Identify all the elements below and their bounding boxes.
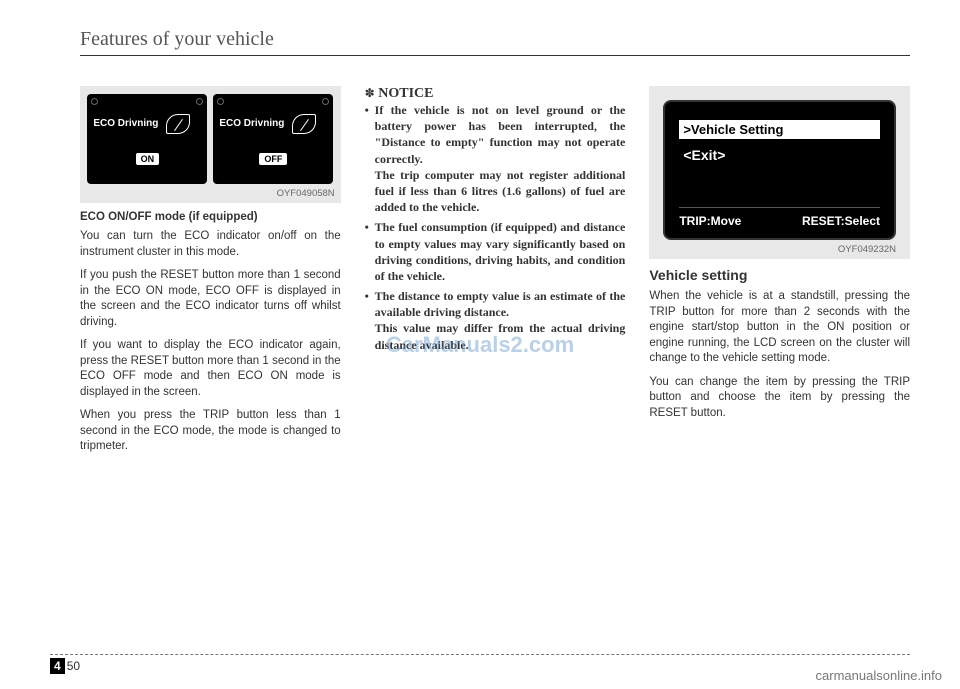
paragraph: When you press the TRIP button less than… — [80, 408, 341, 455]
trip-prompt: TRIP:Move — [679, 214, 741, 228]
page-number: 450 — [50, 659, 910, 673]
on-badge: ON — [136, 153, 160, 165]
paragraph: If you push the RESET button more than 1… — [80, 268, 341, 330]
notice-list: If the vehicle is not on level ground or… — [365, 102, 626, 353]
eco-heading: ECO ON/OFF mode (if equipped) — [80, 211, 341, 223]
notice-item: If the vehicle is not on level ground or… — [375, 102, 626, 215]
leaf-icon — [166, 114, 190, 134]
menu-exit: <Exit> — [679, 145, 880, 165]
eco-text: ECO Drivning — [219, 118, 284, 129]
section-number: 4 — [50, 658, 65, 674]
manual-page: Features of your vehicle ECO Drivning ON — [0, 0, 960, 689]
notice-item: The distance to empty value is an estima… — [375, 288, 626, 353]
eco-off-screen: ECO Drivning OFF — [213, 94, 333, 184]
off-badge: OFF — [259, 153, 287, 165]
paragraph: You can change the item by pressing the … — [649, 375, 910, 422]
eco-text: ECO Drivning — [93, 118, 158, 129]
leaf-icon — [292, 114, 316, 134]
footer-rule — [50, 654, 910, 655]
paragraph: If you want to display the ECO indicator… — [80, 338, 341, 400]
menu-selected: >Vehicle Setting — [679, 120, 880, 139]
vehicle-setting-figure: >Vehicle Setting <Exit> TRIP:Move RESET:… — [649, 86, 910, 259]
notice-item: The fuel consumption (if equipped) and d… — [375, 219, 626, 284]
source-site: carmanualsonline.info — [816, 668, 942, 683]
page-footer: 450 — [50, 654, 910, 673]
figure-code: OYF049058N — [86, 188, 335, 199]
lcd-screen: >Vehicle Setting <Exit> TRIP:Move RESET:… — [663, 100, 896, 240]
eco-on-screen: ECO Drivning ON — [87, 94, 207, 184]
column-2: ✽ NOTICE If the vehicle is not on level … — [365, 86, 626, 463]
notice-label: NOTICE — [378, 86, 433, 101]
notice-heading: ✽ NOTICE — [365, 86, 626, 102]
column-3: >Vehicle Setting <Exit> TRIP:Move RESET:… — [649, 86, 910, 463]
page-no: 50 — [67, 659, 80, 673]
content-columns: ECO Drivning ON ECO Drivning OFF OYF0490… — [80, 86, 910, 463]
paragraph: When the vehicle is at a standstill, pre… — [649, 289, 910, 367]
vehicle-setting-heading: Vehicle setting — [649, 267, 910, 283]
notice-dingbat: ✽ — [365, 86, 375, 100]
figure-code: OYF049232N — [663, 244, 896, 255]
paragraph: You can turn the ECO indicator on/off on… — [80, 229, 341, 260]
column-1: ECO Drivning ON ECO Drivning OFF OYF0490… — [80, 86, 341, 463]
page-header: Features of your vehicle — [80, 28, 910, 51]
reset-prompt: RESET:Select — [802, 214, 880, 228]
eco-figure: ECO Drivning ON ECO Drivning OFF OYF0490… — [80, 86, 341, 203]
header-rule — [80, 55, 910, 56]
menu-prompts: TRIP:Move RESET:Select — [679, 207, 880, 228]
